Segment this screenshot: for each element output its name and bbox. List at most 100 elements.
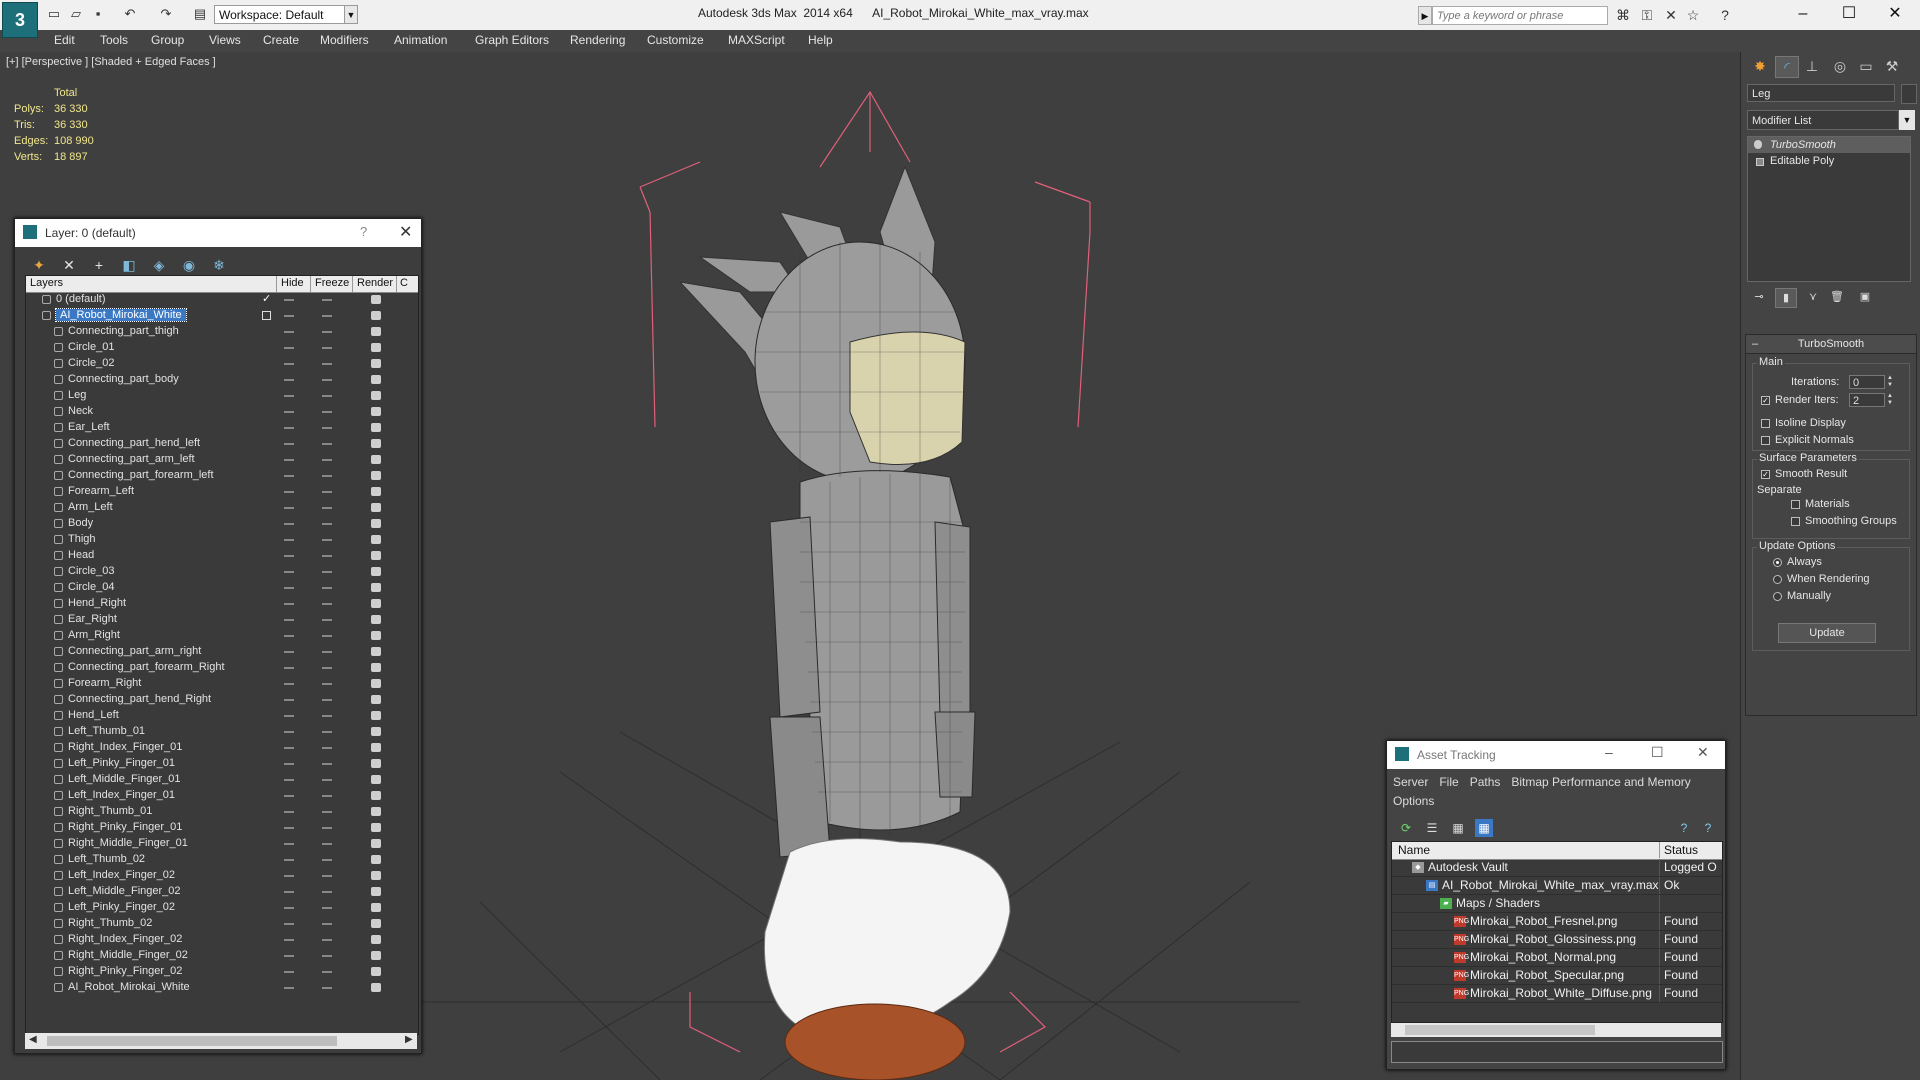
expand-icon[interactable] [1756, 158, 1764, 166]
hide-toggle-icon[interactable] [284, 763, 294, 765]
refresh-icon[interactable]: ⟳ [1397, 819, 1415, 837]
rollout-header[interactable]: – TurboSmooth [1746, 335, 1916, 354]
hide-toggle-icon[interactable] [284, 651, 294, 653]
freeze-toggle-icon[interactable] [322, 459, 332, 461]
freeze-toggle-icon[interactable] [322, 699, 332, 701]
asset-path-field[interactable] [1391, 1041, 1723, 1063]
hide-all-layers-icon[interactable]: ◉ [179, 256, 199, 274]
layer-row[interactable]: Thigh [26, 532, 418, 548]
hide-toggle-icon[interactable] [284, 587, 294, 589]
layer-row[interactable]: Forearm_Left [26, 484, 418, 500]
freeze-toggle-icon[interactable] [322, 859, 332, 861]
hide-toggle-icon[interactable] [284, 459, 294, 461]
layer-row[interactable]: Right_Pinky_Finger_02 [26, 964, 418, 980]
table-view-icon[interactable]: ▦ [1475, 819, 1493, 837]
asset-menu-paths[interactable]: Paths [1470, 775, 1501, 789]
help-button[interactable]: ? [360, 224, 367, 239]
menu-maxscript[interactable]: MAXScript [728, 33, 785, 47]
render-toggle-icon[interactable] [371, 727, 381, 736]
freeze-toggle-icon[interactable] [322, 923, 332, 925]
hide-toggle-icon[interactable] [284, 395, 294, 397]
freeze-toggle-icon[interactable] [322, 363, 332, 365]
render-toggle-icon[interactable] [371, 855, 381, 864]
layer-row[interactable]: Circle_04 [26, 580, 418, 596]
freeze-toggle-icon[interactable] [322, 331, 332, 333]
hide-toggle-icon[interactable] [284, 555, 294, 557]
materials-checkbox[interactable] [1791, 500, 1800, 509]
layer-horizontal-scrollbar[interactable]: ◀ ▶ [25, 1033, 417, 1049]
chevron-down-icon[interactable]: ▼ [1899, 110, 1915, 130]
col-name[interactable]: Name [1398, 843, 1430, 857]
add-to-layer-icon[interactable]: + [89, 256, 109, 274]
layer-row[interactable]: Leg [26, 388, 418, 404]
freeze-toggle-icon[interactable] [322, 379, 332, 381]
asset-dialog-titlebar[interactable]: Asset Tracking – ☐ ✕ [1387, 741, 1725, 769]
hide-toggle-icon[interactable] [284, 955, 294, 957]
maximize-button[interactable]: ☐ [1651, 744, 1664, 761]
hide-toggle-icon[interactable] [284, 315, 294, 317]
layer-row[interactable]: Circle_03 [26, 564, 418, 580]
render-toggle-icon[interactable] [371, 455, 381, 464]
close-button[interactable]: ✕ [1872, 0, 1918, 28]
render-toggle-icon[interactable] [371, 567, 381, 576]
freeze-toggle-icon[interactable] [322, 411, 332, 413]
layer-row[interactable]: Right_Index_Finger_02 [26, 932, 418, 948]
close-icon[interactable]: ✕ [399, 222, 412, 242]
smooth-result-checkbox[interactable]: ✓ [1761, 470, 1770, 479]
freeze-toggle-icon[interactable] [322, 587, 332, 589]
hide-toggle-icon[interactable] [284, 427, 294, 429]
app-logo-icon[interactable]: 3 [2, 2, 38, 38]
render-toggle-icon[interactable] [371, 391, 381, 400]
open-file-icon[interactable]: ▱ [68, 6, 84, 22]
layer-row[interactable]: Hend_Left [26, 708, 418, 724]
render-toggle-icon[interactable] [371, 535, 381, 544]
freeze-toggle-icon[interactable] [322, 651, 332, 653]
maximize-button[interactable]: ☐ [1826, 0, 1872, 28]
subscription-icon[interactable]: ⚿ [1638, 6, 1656, 24]
hide-toggle-icon[interactable] [284, 363, 294, 365]
menu-views[interactable]: Views [209, 33, 241, 47]
stack-item-turbosmooth[interactable]: TurboSmooth [1748, 137, 1910, 153]
menu-rendering[interactable]: Rendering [570, 33, 625, 47]
hide-toggle-icon[interactable] [284, 971, 294, 973]
freeze-toggle-icon[interactable] [322, 571, 332, 573]
collapse-icon[interactable]: – [1752, 335, 1758, 353]
render-toggle-icon[interactable] [371, 615, 381, 624]
freeze-toggle-icon[interactable] [322, 603, 332, 605]
hide-toggle-icon[interactable] [284, 491, 294, 493]
current-layer-check-icon[interactable]: ✓ [262, 292, 271, 305]
layer-row[interactable]: Left_Index_Finger_01 [26, 788, 418, 804]
layer-row[interactable]: Connecting_part_arm_left [26, 452, 418, 468]
render-toggle-icon[interactable] [371, 775, 381, 784]
col-status[interactable]: Status [1664, 843, 1698, 857]
freeze-toggle-icon[interactable] [322, 683, 332, 685]
favorites-icon[interactable]: ☆ [1684, 6, 1702, 24]
render-toggle-icon[interactable] [371, 695, 381, 704]
layer-dialog-titlebar[interactable]: Layer: 0 (default) ? ✕ [15, 219, 421, 247]
menu-animation[interactable]: Animation [394, 33, 447, 47]
viewport-label[interactable]: [+] [Perspective ] [Shaded + Edged Faces… [6, 56, 216, 68]
list-view-icon[interactable]: ☰ [1423, 819, 1441, 837]
render-toggle-icon[interactable] [371, 983, 381, 992]
layer-row[interactable]: Connecting_part_body [26, 372, 418, 388]
binoculars-icon[interactable]: ⌘ [1614, 6, 1632, 24]
asset-row[interactable]: PNG Mirokai_Robot_Glossiness.png Found [1392, 931, 1722, 949]
search-expand-icon[interactable]: ▶ [1418, 6, 1432, 25]
freeze-toggle-icon[interactable] [322, 619, 332, 621]
freeze-toggle-icon[interactable] [322, 507, 332, 509]
explicit-normals-checkbox[interactable] [1761, 436, 1770, 445]
freeze-toggle-icon[interactable] [322, 955, 332, 957]
set-current-layer-icon[interactable] [262, 311, 271, 320]
render-toggle-icon[interactable] [371, 311, 381, 320]
layer-row[interactable]: Right_Thumb_01 [26, 804, 418, 820]
new-file-icon[interactable]: ▭ [46, 6, 62, 22]
col-freeze[interactable]: Freeze [315, 277, 349, 289]
modify-tab-icon[interactable]: ◜ [1775, 56, 1799, 78]
render-toggle-icon[interactable] [371, 407, 381, 416]
render-toggle-icon[interactable] [371, 439, 381, 448]
freeze-toggle-icon[interactable] [322, 491, 332, 493]
hide-toggle-icon[interactable] [284, 843, 294, 845]
render-toggle-icon[interactable] [371, 823, 381, 832]
layer-row[interactable]: Right_Middle_Finger_01 [26, 836, 418, 852]
freeze-toggle-icon[interactable] [322, 475, 332, 477]
